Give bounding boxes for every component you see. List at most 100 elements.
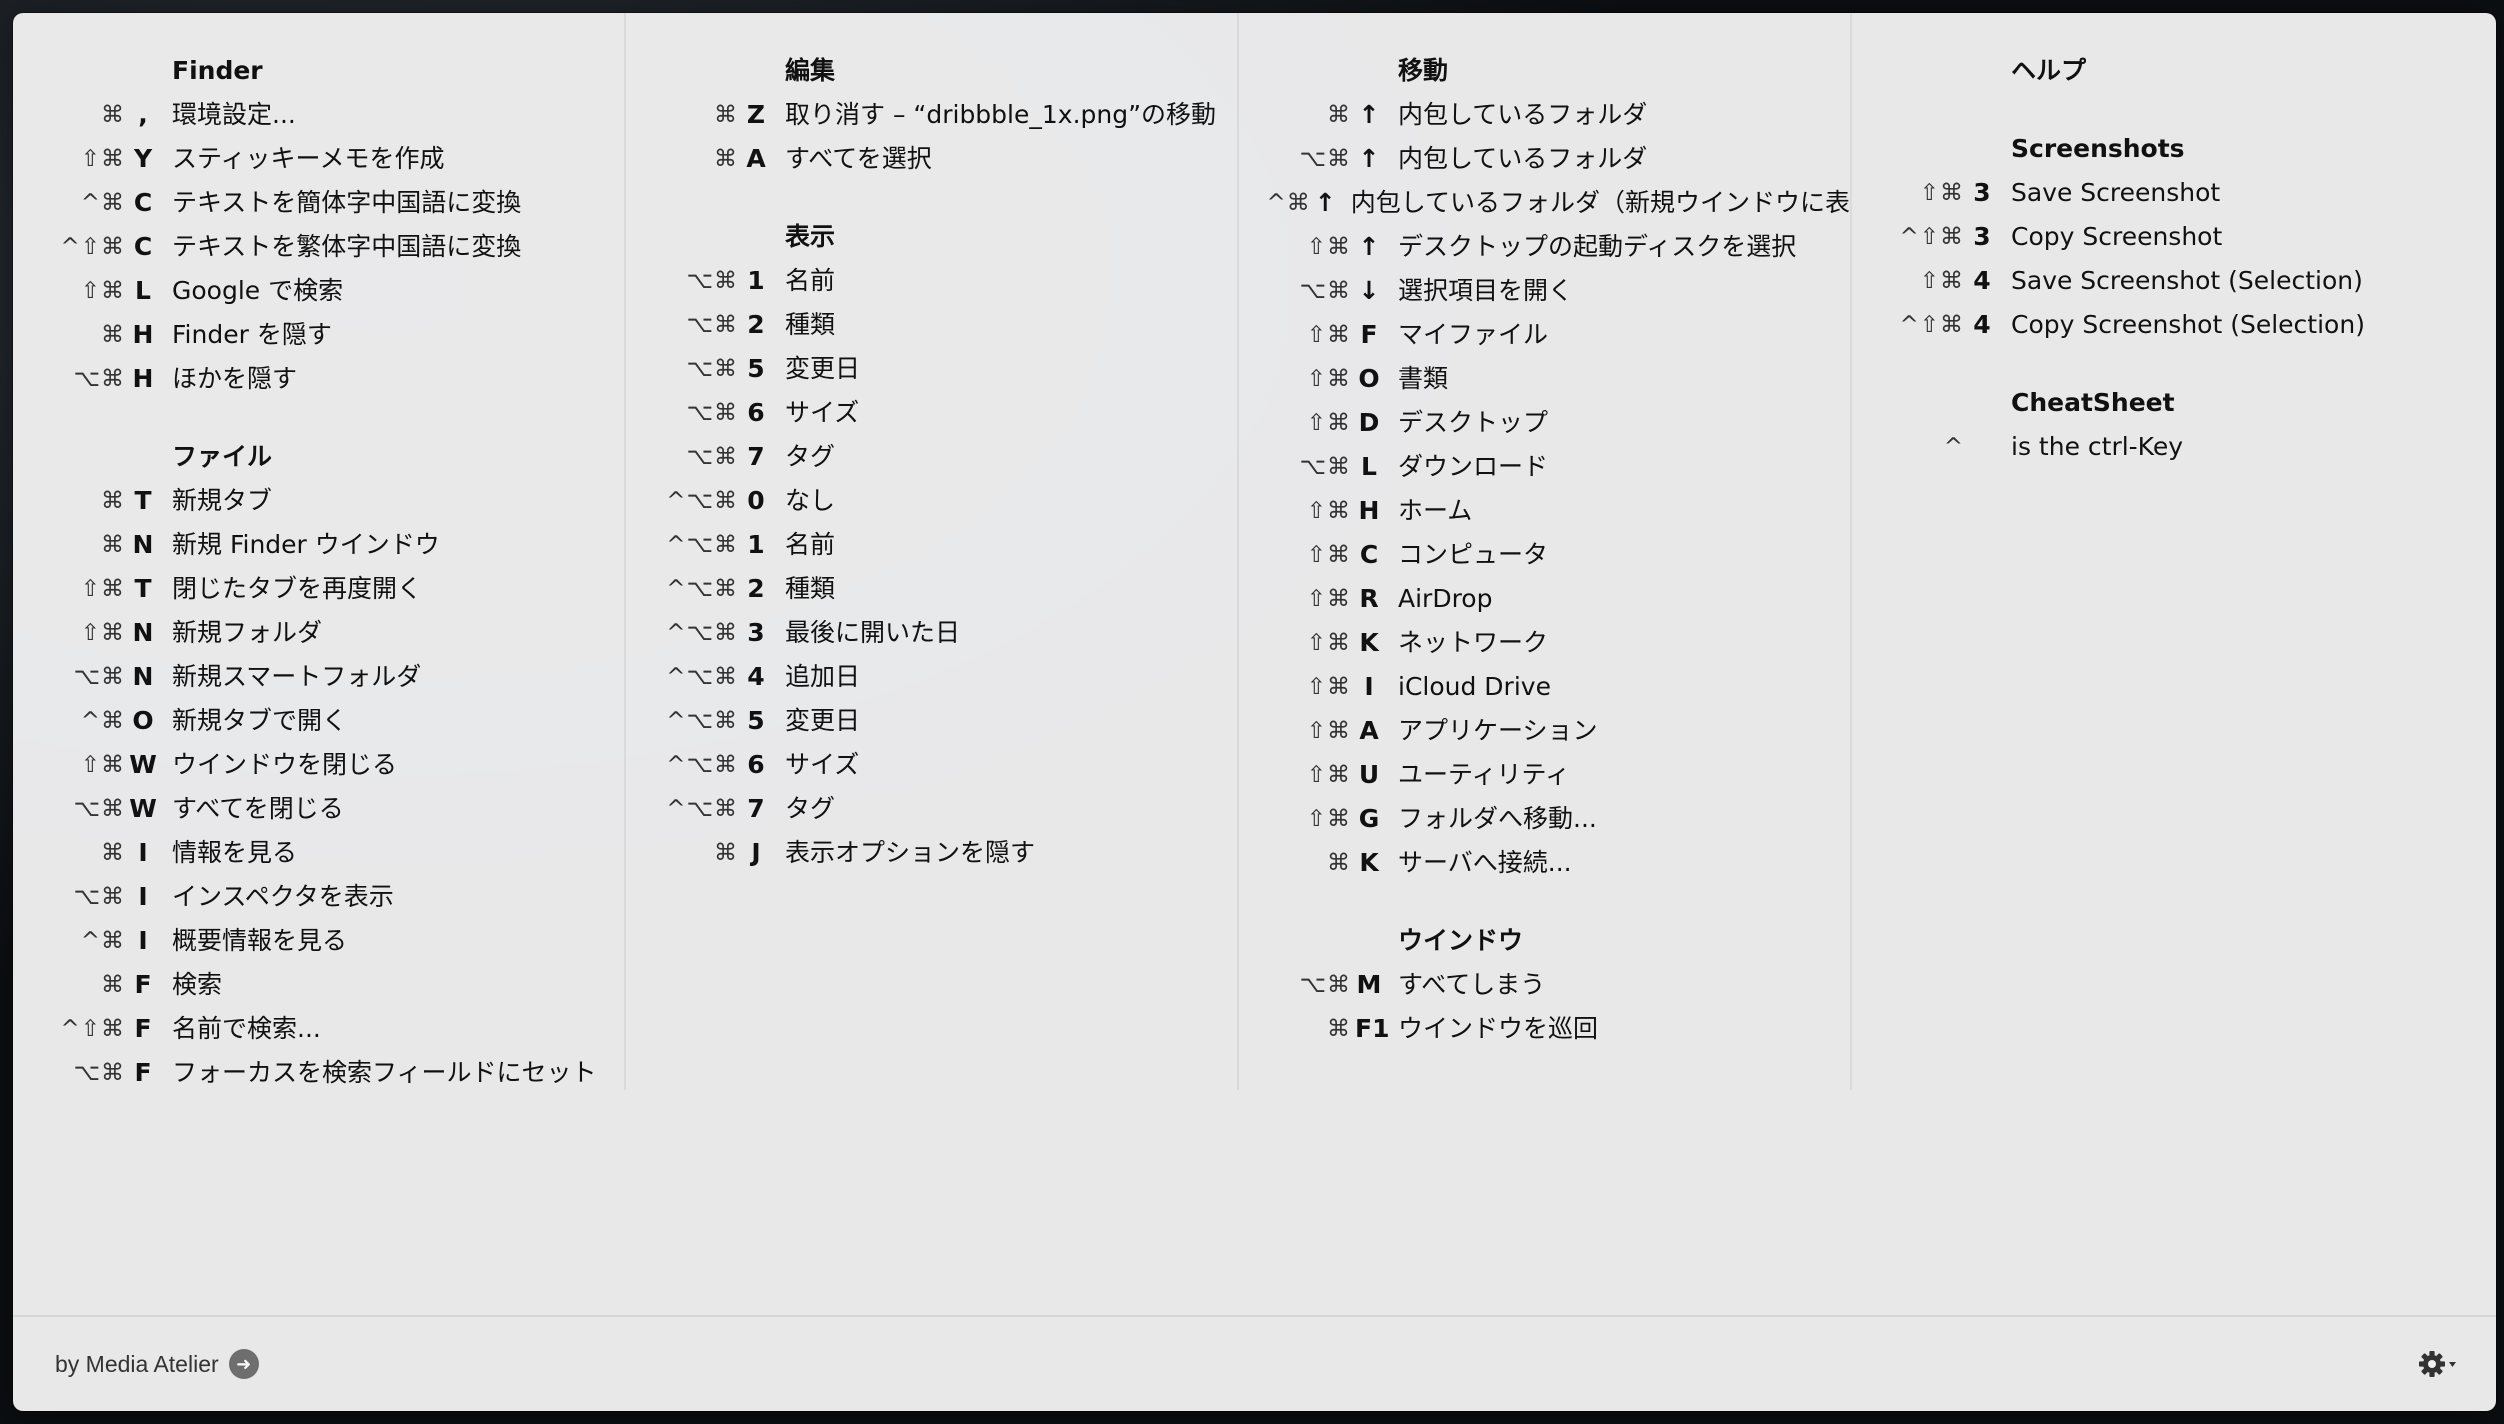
- shortcut-row[interactable]: ^⇧⌘ 3 Copy Screenshot: [1852, 215, 2496, 259]
- shortcut-row[interactable]: ⇧⌘ 4 Save Screenshot (Selection): [1852, 259, 2496, 303]
- shortcut-row[interactable]: ⇧⌘ 3 Save Screenshot: [1852, 171, 2496, 215]
- shortcut-label: スティッキーメモを作成: [172, 144, 445, 173]
- shortcut-row[interactable]: ⇧⌘ G フォルダへ移動...: [1239, 797, 1850, 841]
- shortcut-row[interactable]: ⌥⌘ M すべてしまう: [1239, 963, 1850, 1007]
- shortcut-row[interactable]: ⇧⌘ F マイファイル: [1239, 313, 1850, 357]
- shortcut-row[interactable]: ^⇧⌘ F 名前で検索...: [13, 1007, 624, 1051]
- shortcut-row[interactable]: ⌘ I 情報を見る: [13, 831, 624, 875]
- shortcut-row[interactable]: ⌥⌘ ↑ 内包しているフォルダ: [1239, 137, 1850, 181]
- shortcut-row[interactable]: ⌥⌘ W すべてを閉じる: [13, 787, 624, 831]
- shortcut-row[interactable]: ⇧⌘ H ホーム: [1239, 489, 1850, 533]
- shortcut-row[interactable]: ⇧⌘ T 閉じたタブを再度開く: [13, 567, 624, 611]
- shortcut-row[interactable]: ⌘ F1 ウインドウを巡回: [1239, 1007, 1850, 1051]
- shortcut-row[interactable]: ⇧⌘ R AirDrop: [1239, 577, 1850, 621]
- modifier-keys: ^⇧⌘: [60, 234, 125, 260]
- shortcut-row[interactable]: ⌘ ↑ 内包しているフォルダ: [1239, 93, 1850, 137]
- shortcut-row[interactable]: ^⌥⌘ 0 なし: [626, 479, 1237, 523]
- shortcut-row[interactable]: ^⌘ C テキストを簡体字中国語に変換: [13, 181, 624, 225]
- shortcut-label: 書類: [1398, 364, 1449, 393]
- shortcut-key: A: [1359, 716, 1379, 745]
- shortcut-row[interactable]: ⌥⌘ L ダウンロード: [1239, 445, 1850, 489]
- shortcut-row[interactable]: ^⌥⌘ 1 名前: [626, 523, 1237, 567]
- shortcut-row[interactable]: ⌘, 環境設定...: [13, 93, 624, 137]
- shortcut-row[interactable]: ⌥⌘ I インスペクタを表示: [13, 875, 624, 919]
- shortcut-row[interactable]: ⌥⌘ H ほかを隠す: [13, 357, 624, 401]
- modifier-keys: ⌥⌘: [73, 664, 125, 690]
- shortcut-row[interactable]: ⌥⌘ 1 名前: [626, 259, 1237, 303]
- credit-link[interactable]: by Media Atelier ➜: [55, 1349, 259, 1379]
- shortcut-row[interactable]: ⌘ H Finder を隠す: [13, 313, 624, 357]
- shortcut-row[interactable]: ^ is the ctrl-Key: [1852, 425, 2496, 469]
- shortcut-row[interactable]: ⌘ J 表示オプションを隠す: [626, 831, 1237, 875]
- footer-bar: by Media Atelier ➜: [13, 1315, 2496, 1411]
- modifier-keys: ⇧⌘: [80, 576, 125, 602]
- shortcut-label: 名前: [785, 530, 836, 559]
- shortcut-key: 3: [1973, 222, 1991, 251]
- settings-menu-button[interactable]: [2418, 1348, 2458, 1380]
- shortcut-label: 種類: [785, 574, 836, 603]
- shortcut-row[interactable]: ^⌥⌘ 7 タグ: [626, 787, 1237, 831]
- modifier-keys: ⌘: [714, 840, 738, 866]
- shortcut-label: 新規 Finder ウインドウ: [172, 530, 440, 559]
- shortcut-row[interactable]: ⌥⌘ ↓ 選択項目を開く: [1239, 269, 1850, 313]
- shortcut-row[interactable]: ^⌥⌘ 4 追加日: [626, 655, 1237, 699]
- shortcut-row[interactable]: ⌘ Z 取り消す – “dribbble_1x.png”の移動: [626, 93, 1237, 137]
- shortcut-row[interactable]: ^⇧⌘ C テキストを繁体字中国語に変換: [13, 225, 624, 269]
- shortcut-label: 検索: [172, 970, 223, 999]
- modifier-keys: ⇧⌘: [1306, 322, 1351, 348]
- shortcut-row[interactable]: ⌥⌘ N 新規スマートフォルダ: [13, 655, 624, 699]
- shortcut-row[interactable]: ⇧⌘ Y スティッキーメモを作成: [13, 137, 624, 181]
- modifier-keys: ⇧⌘: [1306, 366, 1351, 392]
- modifier-keys: ⌥⌘: [686, 268, 738, 294]
- shortcut-row[interactable]: ⌘ A すべてを選択: [626, 137, 1237, 181]
- shortcut-key: 3: [747, 618, 765, 647]
- shortcut-row[interactable]: ⌘ F 検索: [13, 963, 624, 1007]
- shortcut-row[interactable]: ⌘ N 新規 Finder ウインドウ: [13, 523, 624, 567]
- shortcut-row[interactable]: ^⌥⌘ 2 種類: [626, 567, 1237, 611]
- shortcut-key: 4: [747, 662, 765, 691]
- modifier-keys: ⇧⌘: [1306, 234, 1351, 260]
- shortcut-section: ウインドウ ⌥⌘ M すべてしまう ⌘ F1 ウインドウを巡回: [1239, 919, 1850, 1051]
- shortcut-row[interactable]: ⇧⌘ N 新規フォルダ: [13, 611, 624, 655]
- shortcut-row[interactable]: ⌥⌘ F フォーカスを検索フィールドにセット: [13, 1051, 624, 1090]
- modifier-keys: ⇧⌘: [80, 146, 125, 172]
- shortcut-row[interactable]: ^⌥⌘ 6 サイズ: [626, 743, 1237, 787]
- shortcut-row[interactable]: ⇧⌘ ↑ デスクトップの起動ディスクを選択: [1239, 225, 1850, 269]
- shortcut-row[interactable]: ^⌘ ↑ 内包しているフォルダ（新規ウインドウに表: [1239, 181, 1851, 225]
- shortcut-label: ほかを隠す: [172, 364, 298, 393]
- shortcut-row[interactable]: ⇧⌘ C コンピュータ: [1239, 533, 1850, 577]
- shortcut-row[interactable]: ⇧⌘ D デスクトップ: [1239, 401, 1850, 445]
- modifier-keys: ⌘: [1327, 850, 1351, 876]
- shortcut-row[interactable]: ⇧⌘ L Google で検索: [13, 269, 624, 313]
- shortcut-label: なし: [785, 486, 836, 515]
- shortcut-key: I: [138, 926, 148, 955]
- modifier-keys: ⌘: [101, 322, 125, 348]
- shortcut-row[interactable]: ⇧⌘ W ウインドウを閉じる: [13, 743, 624, 787]
- shortcut-row[interactable]: ^⇧⌘ 4 Copy Screenshot (Selection): [1852, 303, 2496, 347]
- shortcut-row[interactable]: ⌥⌘ 6 サイズ: [626, 391, 1237, 435]
- shortcut-row[interactable]: ⇧⌘ K ネットワーク: [1239, 621, 1850, 665]
- shortcut-row[interactable]: ⇧⌘ U ユーティリティ: [1239, 753, 1850, 797]
- modifier-keys: ⇧⌘: [1919, 180, 1964, 206]
- shortcut-row[interactable]: ⇧⌘ A アプリケーション: [1239, 709, 1850, 753]
- shortcut-row[interactable]: ^⌘ O 新規タブで開く: [13, 699, 624, 743]
- shortcut-row[interactable]: ⇧⌘ IiCloud Drive: [1239, 665, 1850, 709]
- shortcut-row[interactable]: ⌘ K サーバへ接続...: [1239, 841, 1850, 885]
- shortcut-row[interactable]: ⌥⌘ 2 種類: [626, 303, 1237, 347]
- shortcut-key: 7: [747, 794, 765, 823]
- shortcut-row[interactable]: ^⌘ I 概要情報を見る: [13, 919, 624, 963]
- arrow-right-circle-icon[interactable]: ➜: [228, 1349, 259, 1379]
- modifier-keys: ⌘: [101, 532, 125, 558]
- shortcut-row[interactable]: ⌘ T 新規タブ: [13, 479, 624, 523]
- shortcut-key: C: [133, 188, 153, 217]
- shortcut-row[interactable]: ^⌥⌘ 3 最後に開いた日: [626, 611, 1237, 655]
- shortcut-row[interactable]: ⇧⌘ O 書類: [1239, 357, 1850, 401]
- shortcut-row[interactable]: ⌥⌘ 7 タグ: [626, 435, 1237, 479]
- shortcut-row[interactable]: ⌥⌘ 5 変更日: [626, 347, 1237, 391]
- shortcut-row[interactable]: ^⌥⌘ 5 変更日: [626, 699, 1237, 743]
- shortcut-key: 4: [1973, 310, 1991, 339]
- shortcut-label: デスクトップ: [1398, 408, 1549, 437]
- modifier-keys: ⌥⌘: [73, 366, 125, 392]
- shortcut-key: F: [134, 970, 152, 999]
- shortcut-label: タグ: [785, 794, 836, 823]
